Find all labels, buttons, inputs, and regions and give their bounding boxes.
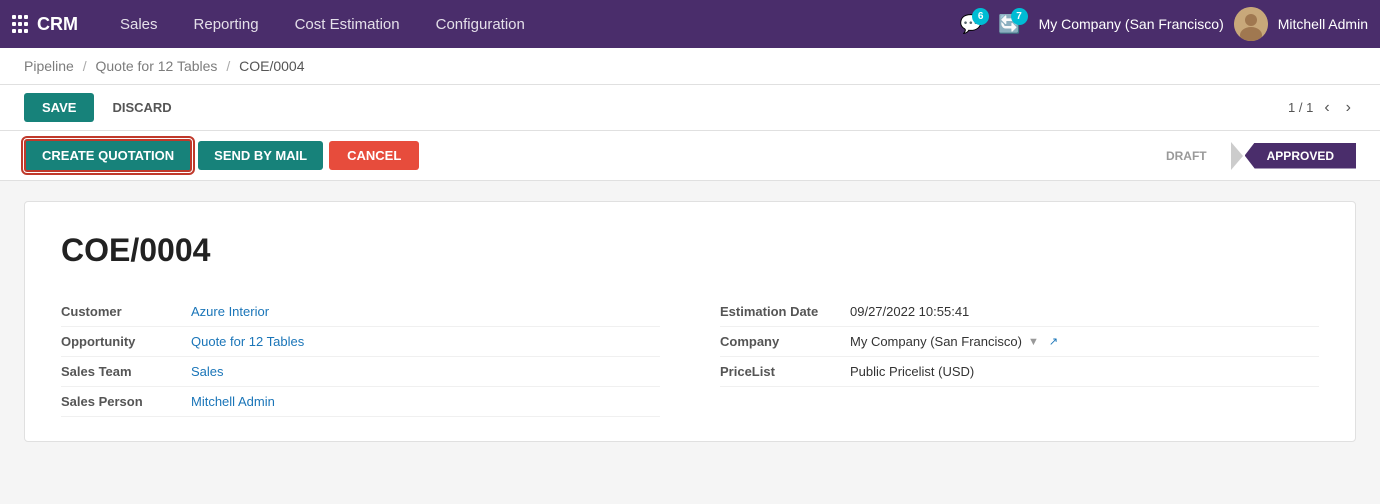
menu-item-configuration[interactable]: Configuration [418, 0, 543, 48]
value-customer[interactable]: Azure Interior [191, 304, 269, 319]
pagination-text: 1 / 1 [1288, 100, 1313, 115]
label-opportunity: Opportunity [61, 334, 191, 349]
pagination-prev[interactable]: ‹ [1319, 97, 1334, 119]
company-name[interactable]: My Company (San Francisco) [1039, 16, 1224, 32]
company-dropdown-arrow[interactable]: ▼ [1028, 336, 1039, 348]
label-sales-team: Sales Team [61, 364, 191, 379]
breadcrumb: Pipeline / Quote for 12 Tables / COE/000… [24, 58, 1356, 74]
chat-badge: 6 [972, 8, 989, 25]
value-sales-team[interactable]: Sales [191, 364, 224, 379]
save-button[interactable]: SAVE [24, 93, 94, 122]
avatar[interactable] [1234, 7, 1268, 41]
left-fields: Customer Azure Interior Opportunity Quot… [61, 297, 660, 417]
menu-item-sales[interactable]: Sales [102, 0, 176, 48]
document-title: COE/0004 [61, 232, 1319, 269]
value-opportunity[interactable]: Quote for 12 Tables [191, 334, 304, 349]
discard-button[interactable]: DISCARD [102, 93, 181, 122]
breadcrumb-pipeline[interactable]: Pipeline [24, 58, 74, 74]
menu-item-reporting[interactable]: Reporting [176, 0, 277, 48]
create-quotation-button[interactable]: CREATE QUOTATION [24, 139, 192, 172]
value-estimation-date: 09/27/2022 10:55:41 [850, 304, 969, 319]
chat-button[interactable]: 💬 6 [960, 14, 982, 35]
username: Mitchell Admin [1278, 16, 1368, 32]
right-fields: Estimation Date 09/27/2022 10:55:41 Comp… [720, 297, 1319, 417]
status-pipeline: DRAFT APPROVED [1136, 142, 1356, 170]
document-card: COE/0004 Customer Azure Interior Opportu… [24, 201, 1356, 442]
field-row-sales-team: Sales Team Sales [61, 357, 660, 387]
label-estimation-date: Estimation Date [720, 304, 850, 319]
fields-grid: Customer Azure Interior Opportunity Quot… [61, 297, 1319, 417]
field-row-estimation-date: Estimation Date 09/27/2022 10:55:41 [720, 297, 1319, 327]
breadcrumb-bar: Pipeline / Quote for 12 Tables / COE/000… [0, 48, 1380, 85]
breadcrumb-current: COE/0004 [239, 58, 304, 74]
value-company[interactable]: My Company (San Francisco) [850, 334, 1022, 349]
topnav-right-section: 💬 6 🔄 7 My Company (San Francisco) Mitch… [960, 7, 1368, 41]
pagination: 1 / 1 ‹ › [1288, 97, 1356, 119]
field-row-opportunity: Opportunity Quote for 12 Tables [61, 327, 660, 357]
send-by-mail-button[interactable]: SEND BY MAIL [198, 141, 323, 170]
main-content: COE/0004 Customer Azure Interior Opportu… [0, 181, 1380, 462]
cancel-button[interactable]: CANCEL [329, 141, 419, 170]
status-approved: APPROVED [1245, 143, 1356, 169]
label-company: Company [720, 334, 850, 349]
company-external-link-icon[interactable]: ↗ [1049, 335, 1058, 348]
top-navigation: CRM Sales Reporting Cost Estimation Conf… [0, 0, 1380, 48]
menu-item-cost-estimation[interactable]: Cost Estimation [277, 0, 418, 48]
activity-badge: 7 [1011, 8, 1028, 25]
label-sales-person: Sales Person [61, 394, 191, 409]
label-pricelist: PriceList [720, 364, 850, 379]
value-pricelist: Public Pricelist (USD) [850, 364, 974, 379]
apps-grid-icon[interactable] [12, 15, 27, 33]
field-row-sales-person: Sales Person Mitchell Admin [61, 387, 660, 417]
field-row-company: Company My Company (San Francisco) ▼ ↗ [720, 327, 1319, 357]
field-row-pricelist: PriceList Public Pricelist (USD) [720, 357, 1319, 387]
field-row-customer: Customer Azure Interior [61, 297, 660, 327]
breadcrumb-quote[interactable]: Quote for 12 Tables [96, 58, 218, 74]
company-field-container: My Company (San Francisco) ▼ ↗ [850, 334, 1058, 349]
pagination-next[interactable]: › [1341, 97, 1356, 119]
label-customer: Customer [61, 304, 191, 319]
status-draft: DRAFT [1136, 143, 1229, 169]
workflow-bar: CREATE QUOTATION SEND BY MAIL CANCEL DRA… [0, 131, 1380, 181]
action-bar: SAVE DISCARD 1 / 1 ‹ › [0, 85, 1380, 131]
breadcrumb-sep-1: / [83, 58, 87, 74]
activity-button[interactable]: 🔄 7 [998, 14, 1020, 35]
main-menu: Sales Reporting Cost Estimation Configur… [102, 0, 960, 48]
value-sales-person[interactable]: Mitchell Admin [191, 394, 275, 409]
breadcrumb-sep-2: / [226, 58, 230, 74]
crm-logo[interactable]: CRM [37, 14, 78, 35]
